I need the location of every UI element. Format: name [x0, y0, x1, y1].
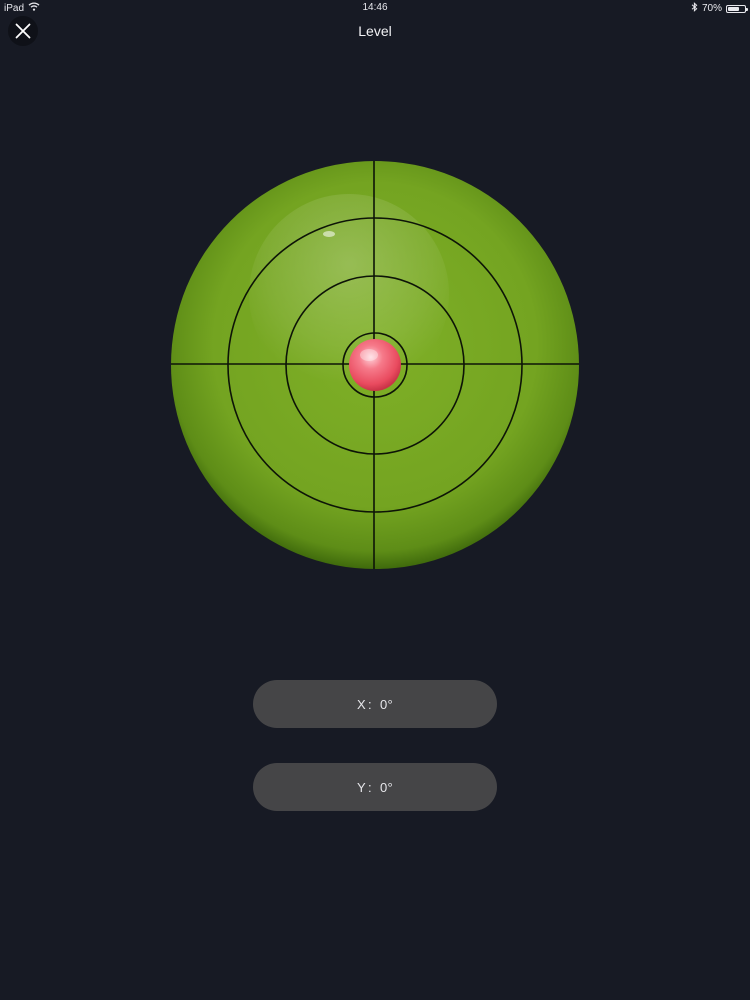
bluetooth-icon: [691, 2, 698, 15]
y-tilt-readout: Y:0°: [253, 763, 497, 811]
y-value: 0°: [379, 779, 393, 795]
battery-icon: [726, 4, 748, 13]
y-separator: :: [368, 779, 372, 795]
x-label: X: [357, 696, 367, 712]
battery-percent: 70%: [701, 3, 722, 14]
vial-highlight: [323, 231, 335, 237]
status-right: 70%: [691, 2, 748, 15]
page-title: Level: [358, 23, 392, 39]
level-screen: iPad 14:46 70% Level X: 0° Y: 0°: [0, 0, 750, 1000]
bubble-level: [169, 159, 581, 571]
bubble-level-graphic: [171, 161, 579, 569]
status-bar: iPad 14:46 70%: [0, 0, 750, 16]
status-time: 14:46: [362, 2, 388, 13]
bubble-indicator: [349, 339, 401, 391]
x-tilt-readout: X:0°: [253, 680, 497, 728]
battery-fill: [728, 6, 739, 11]
x-separator: :: [368, 696, 372, 712]
x-value: 0°: [379, 696, 393, 712]
y-label: Y: [357, 779, 367, 795]
